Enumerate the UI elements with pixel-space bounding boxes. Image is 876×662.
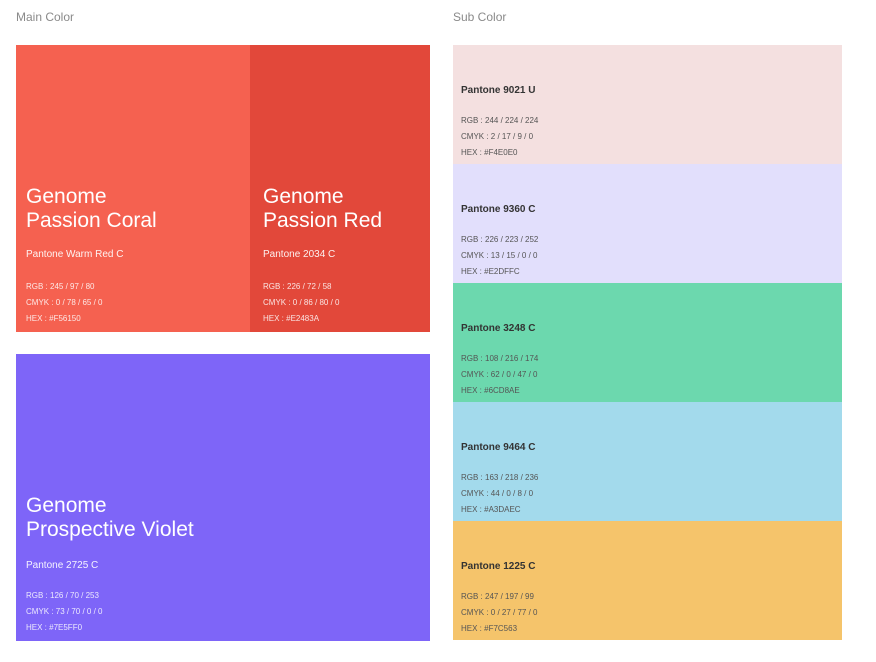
hex-value: HEX : #F7C563: [461, 624, 518, 633]
swatch-prospective-violet: Genome Prospective Violet Pantone 2725 C…: [16, 354, 430, 641]
rgb-value: RGB : 163 / 218 / 236: [461, 473, 539, 482]
swatch-name: Genome Prospective Violet: [26, 494, 194, 541]
cmyk-value: CMYK : 73 / 70 / 0 / 0: [26, 607, 103, 616]
pantone-label: Pantone Warm Red C: [26, 249, 124, 260]
rgb-value: RGB : 226 / 223 / 252: [461, 235, 539, 244]
color-values: RGB : 163 / 218 / 236 CMYK : 44 / 0 / 8 …: [461, 470, 538, 518]
sub-swatch-pantone-9360: Pantone 9360 C RGB : 226 / 223 / 252 CMY…: [453, 164, 842, 283]
rgb-value: RGB : 245 / 97 / 80: [26, 282, 95, 291]
color-values: RGB : 244 / 224 / 224 CMYK : 2 / 17 / 9 …: [461, 113, 538, 161]
hex-value: HEX : #6CD8AE: [461, 386, 520, 395]
swatch-name: Genome Passion Red: [263, 185, 383, 232]
hex-value: HEX : #E2483A: [263, 314, 320, 323]
pantone-label: Pantone 9021 U: [461, 85, 536, 96]
rgb-value: RGB : 247 / 197 / 99: [461, 592, 534, 601]
color-values: RGB : 126 / 70 / 253 CMYK : 73 / 70 / 0 …: [26, 588, 102, 636]
hex-value: HEX : #F56150: [26, 314, 81, 323]
hex-value: HEX : #F4E0E0: [461, 148, 518, 157]
sub-swatch-pantone-3248: Pantone 3248 C RGB : 108 / 216 / 174 CMY…: [453, 283, 842, 402]
pantone-label: Pantone 9360 C: [461, 204, 536, 215]
color-values: RGB : 245 / 97 / 80 CMYK : 0 / 78 / 65 /…: [26, 279, 102, 327]
rgb-value: RGB : 126 / 70 / 253: [26, 591, 99, 600]
cmyk-value: CMYK : 13 / 15 / 0 / 0: [461, 251, 538, 260]
rgb-value: RGB : 226 / 72 / 58: [263, 282, 332, 291]
cmyk-value: CMYK : 0 / 86 / 80 / 0: [263, 298, 340, 307]
sub-color-heading: Sub Color: [453, 10, 507, 24]
cmyk-value: CMYK : 62 / 0 / 47 / 0: [461, 370, 538, 379]
pantone-label: Pantone 2725 C: [26, 560, 99, 571]
main-color-heading: Main Color: [16, 10, 75, 24]
swatch-passion-coral: Genome Passion Coral Pantone Warm Red C …: [16, 45, 250, 332]
cmyk-value: CMYK : 0 / 27 / 77 / 0: [461, 608, 538, 617]
hex-value: HEX : #E2DFFC: [461, 267, 520, 276]
rgb-value: RGB : 244 / 224 / 224: [461, 116, 539, 125]
pantone-label: Pantone 9464 C: [461, 442, 536, 453]
hex-value: HEX : #7E5FF0: [26, 623, 83, 632]
pantone-label: Pantone 1225 C: [461, 561, 536, 572]
color-values: RGB : 108 / 216 / 174 CMYK : 62 / 0 / 47…: [461, 351, 538, 399]
color-values: RGB : 226 / 223 / 252 CMYK : 13 / 15 / 0…: [461, 232, 538, 280]
hex-value: HEX : #A3DAEC: [461, 505, 521, 514]
cmyk-value: CMYK : 44 / 0 / 8 / 0: [461, 489, 534, 498]
swatch-name: Genome Passion Coral: [26, 185, 157, 232]
sub-swatch-pantone-9021: Pantone 9021 U RGB : 244 / 224 / 224 CMY…: [453, 45, 842, 164]
pantone-label: Pantone 2034 C: [263, 249, 336, 260]
sub-swatch-pantone-1225: Pantone 1225 C RGB : 247 / 197 / 99 CMYK…: [453, 521, 842, 640]
pantone-label: Pantone 3248 C: [461, 323, 536, 334]
color-values: RGB : 226 / 72 / 58 CMYK : 0 / 86 / 80 /…: [263, 279, 339, 327]
cmyk-value: CMYK : 2 / 17 / 9 / 0: [461, 132, 534, 141]
swatch-passion-red: Genome Passion Red Pantone 2034 C RGB : …: [250, 45, 430, 332]
rgb-value: RGB : 108 / 216 / 174: [461, 354, 539, 363]
color-values: RGB : 247 / 197 / 99 CMYK : 0 / 27 / 77 …: [461, 589, 537, 637]
cmyk-value: CMYK : 0 / 78 / 65 / 0: [26, 298, 103, 307]
sub-swatch-pantone-9464: Pantone 9464 C RGB : 163 / 218 / 236 CMY…: [453, 402, 842, 521]
